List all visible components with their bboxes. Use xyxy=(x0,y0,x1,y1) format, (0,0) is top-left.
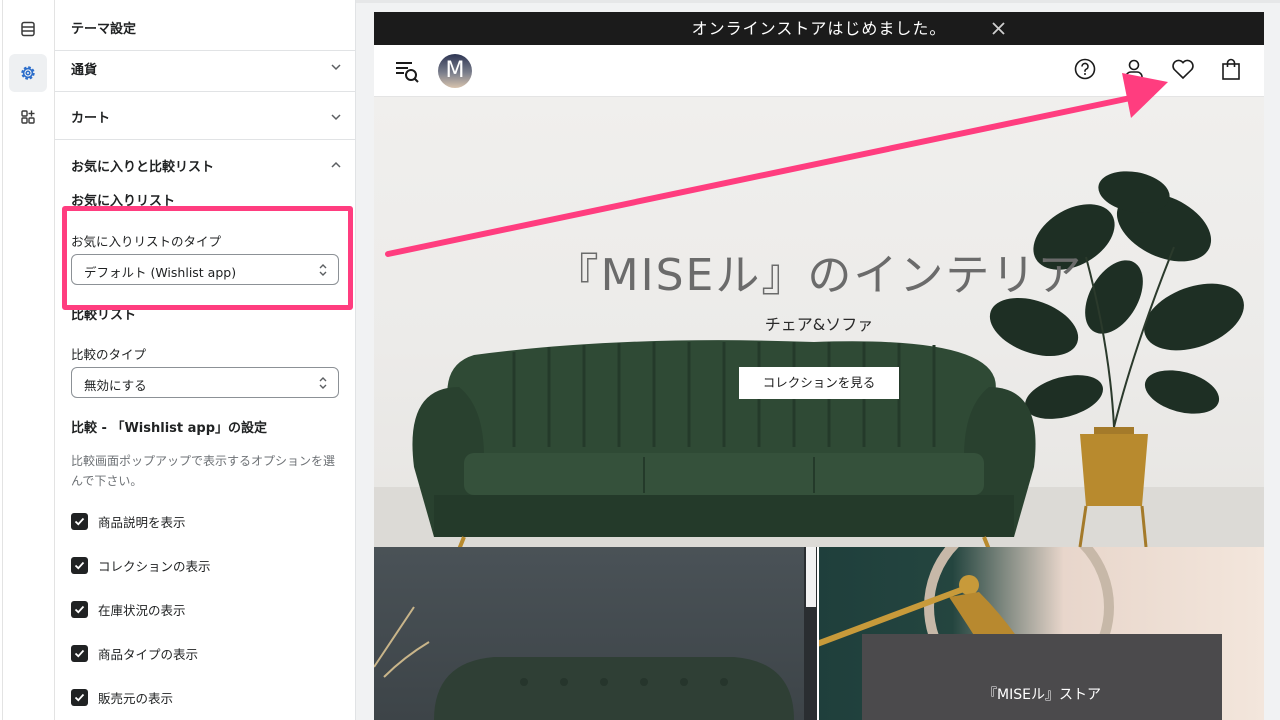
icon-rail xyxy=(0,0,55,720)
tile-left-image xyxy=(374,547,817,720)
option-show-description[interactable]: 商品説明を表示 xyxy=(71,512,186,531)
bag-icon[interactable] xyxy=(1221,58,1241,80)
option-show-product-type[interactable]: 商品タイプの表示 xyxy=(71,644,198,663)
help-icon[interactable] xyxy=(1074,58,1096,80)
theme-settings-button[interactable] xyxy=(9,54,47,92)
compare-type-select[interactable]: 無効にする xyxy=(71,367,339,398)
highlight-box xyxy=(62,206,353,310)
collection-tile-left[interactable] xyxy=(374,547,817,720)
section-wishlist-compare-label: お気に入りと比較リスト xyxy=(71,160,215,175)
chevron-down-icon xyxy=(331,64,341,71)
announcement-text: オンラインストアはじめました。 xyxy=(691,19,947,38)
compare-settings-heading: 比較 - 「Wishlist app」の設定 xyxy=(71,421,268,436)
sections-button[interactable] xyxy=(9,10,47,48)
collection-tile-right[interactable]: 『MISEル』ストア xyxy=(819,547,1264,720)
storefront-preview: オンラインストアはじめました。 M 『MISEル』のインテリア チェア&ソファ … xyxy=(374,12,1264,720)
option-show-stock[interactable]: 在庫状況の表示 xyxy=(71,600,186,619)
account-icon[interactable] xyxy=(1123,58,1145,80)
rail-edge xyxy=(0,0,3,720)
option-show-vendor[interactable]: 販売元の表示 xyxy=(71,688,173,707)
layout-icon xyxy=(21,21,35,37)
menu-search-icon[interactable] xyxy=(394,58,420,84)
heart-icon[interactable] xyxy=(1171,58,1195,80)
hero-banner: 『MISEル』のインテリア チェア&ソファ コレクションを見る xyxy=(374,97,1264,547)
checkbox-icon[interactable] xyxy=(71,689,88,706)
option-label: 在庫状況の表示 xyxy=(98,603,186,618)
option-label: 商品タイプの表示 xyxy=(98,647,199,662)
hero-title: 『MISEル』のインテリア xyxy=(554,250,1084,301)
view-collection-button[interactable]: コレクションを見る xyxy=(739,367,899,399)
checkbox-icon[interactable] xyxy=(71,601,88,618)
tile-caption-card: 『MISEル』ストア xyxy=(862,634,1222,720)
announcement-bar: オンラインストアはじめました。 xyxy=(374,12,1264,45)
apps-button[interactable] xyxy=(9,98,47,136)
close-icon[interactable] xyxy=(991,21,1006,36)
checkbox-icon[interactable] xyxy=(71,557,88,574)
select-arrows-icon xyxy=(319,377,327,389)
apps-icon xyxy=(21,110,35,124)
theme-settings-panel: テーマ設定 通貨 カート お気に入りと比較リスト お気に入りリスト お気に入りリ… xyxy=(55,0,356,720)
store-logo[interactable]: M xyxy=(438,54,472,88)
option-label: 販売元の表示 xyxy=(98,691,174,706)
panel-title: テーマ設定 xyxy=(71,22,137,37)
chevron-down-icon xyxy=(331,114,341,121)
compare-description: 比較画面ポップアップで表示するオプションを選んで下さい。 xyxy=(71,454,336,488)
tile-caption: 『MISEル』ストア xyxy=(983,687,1101,703)
chevron-up-icon xyxy=(331,161,341,168)
section-currency-label: 通貨 xyxy=(71,63,98,78)
gear-icon xyxy=(21,66,35,80)
section-wishlist-compare[interactable]: お気に入りと比較リスト xyxy=(55,139,355,187)
store-header: M xyxy=(374,45,1264,97)
option-label: コレクションの表示 xyxy=(98,559,211,574)
checkbox-icon[interactable] xyxy=(71,513,88,530)
preview-top-border xyxy=(356,0,1280,3)
checkbox-icon[interactable] xyxy=(71,645,88,662)
section-cart-label: カート xyxy=(71,111,111,126)
compare-type-label: 比較のタイプ xyxy=(71,347,147,362)
option-show-collection[interactable]: コレクションの表示 xyxy=(71,556,211,575)
compare-type-value: 無効にする xyxy=(84,378,147,393)
hero-subtitle: チェア&ソファ xyxy=(764,315,874,334)
option-label: 商品説明を表示 xyxy=(98,515,186,530)
section-cart[interactable]: カート xyxy=(55,91,355,139)
